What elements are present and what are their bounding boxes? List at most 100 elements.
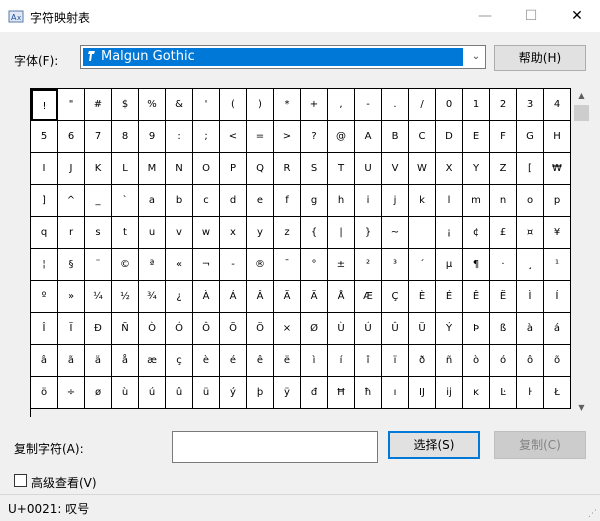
character-cell[interactable]: t [112,217,139,249]
character-cell[interactable]: m [463,185,490,217]
character-cell[interactable]: î [355,345,382,377]
character-cell[interactable]: Ú [355,313,382,345]
character-cell[interactable]: k [409,185,436,217]
help-button[interactable]: 帮助(H) [494,45,586,71]
character-cell[interactable]: M [139,153,166,185]
character-cell[interactable]: É [436,281,463,313]
character-cell[interactable]: ¼ [85,281,112,313]
character-cell[interactable]: J [58,153,85,185]
character-cell[interactable]: º [31,281,58,313]
chevron-down-icon[interactable]: ⌄ [467,46,485,68]
character-cell[interactable]: ¯ [274,249,301,281]
character-cell[interactable]: ° [301,249,328,281]
character-cell[interactable]: Ò [139,313,166,345]
character-cell[interactable]: û [166,377,193,409]
character-cell[interactable]: ¶ [463,249,490,281]
character-cell[interactable]: Ý [436,313,463,345]
character-cell[interactable]: Ł [544,377,571,409]
character-cell[interactable]: ; [193,121,220,153]
scroll-down-arrow-icon[interactable]: ▼ [573,400,590,416]
character-cell[interactable]: Ã [274,281,301,313]
character-cell[interactable]: é [220,345,247,377]
character-cell[interactable]: . [382,89,409,121]
scroll-up-arrow-icon[interactable]: ▲ [573,88,590,104]
character-cell[interactable]: 5 [31,121,58,153]
character-cell[interactable]: Ë [490,281,517,313]
character-cell[interactable]: Ð [85,313,112,345]
character-cell[interactable]: ã [58,345,85,377]
character-cell[interactable]: 2 [490,89,517,121]
character-cell[interactable]: þ [247,377,274,409]
character-cell[interactable]: ' [193,89,220,121]
character-cell[interactable]: Ĳ [409,377,436,409]
character-cell[interactable]: y [247,217,274,249]
character-cell[interactable]: ê [247,345,274,377]
character-cell[interactable]: b [166,185,193,217]
character-cell[interactable]: ¬ [193,249,220,281]
character-cell[interactable]: h [328,185,355,217]
character-cell[interactable]: ( [220,89,247,121]
character-cell[interactable]: Ö [247,313,274,345]
character-cell[interactable]: o [517,185,544,217]
character-cell[interactable]: e [247,185,274,217]
character-cell[interactable]: ½ [112,281,139,313]
character-cell[interactable]: ! [31,89,58,121]
character-cell[interactable]: § [58,249,85,281]
character-cell[interactable]: ý [220,377,247,409]
character-cell[interactable]: u [139,217,166,249]
character-cell[interactable]: E [463,121,490,153]
character-cell[interactable]: Æ [355,281,382,313]
character-cell[interactable]: đ [301,377,328,409]
character-cell[interactable]: Y [463,153,490,185]
character-cell[interactable]: S [301,153,328,185]
character-cell[interactable]: ? [301,121,328,153]
character-cell[interactable]: p [544,185,571,217]
character-cell[interactable]: Ħ [328,377,355,409]
character-cell[interactable]: - [220,249,247,281]
character-cell[interactable]: ® [247,249,274,281]
character-cell[interactable]: W [409,153,436,185]
close-button[interactable]: ✕ [554,0,600,32]
character-cell[interactable]: + [301,89,328,121]
minimize-button[interactable]: — [462,0,508,32]
character-cell[interactable]: £ [490,217,517,249]
character-cell[interactable]: 1 [463,89,490,121]
character-cell[interactable]: × [274,313,301,345]
character-cell[interactable]: C [409,121,436,153]
character-cell[interactable]: ³ [382,249,409,281]
character-cell[interactable]: T [328,153,355,185]
character-cell[interactable]: ä [85,345,112,377]
character-cell[interactable]: X [436,153,463,185]
character-cell[interactable]: ß [490,313,517,345]
character-cell[interactable]: ¾ [139,281,166,313]
character-cell[interactable]: f [274,185,301,217]
character-cell[interactable]: < [220,121,247,153]
character-cell[interactable]: | [328,217,355,249]
character-cell[interactable]: O [193,153,220,185]
character-cell[interactable]: Ñ [112,313,139,345]
character-cell[interactable]: Ø [301,313,328,345]
character-cell[interactable]: ` [112,185,139,217]
character-cell[interactable]: ù [112,377,139,409]
character-cell[interactable]: â [31,345,58,377]
character-cell[interactable]: s [85,217,112,249]
character-cell[interactable]: ŀ [517,377,544,409]
character-cell[interactable]: ç [166,345,193,377]
character-cell[interactable]: d [220,185,247,217]
resize-grip-icon[interactable]: ⋰ [588,509,598,519]
character-cell[interactable]: ñ [436,345,463,377]
character-cell[interactable]: È [409,281,436,313]
character-cell[interactable]: ĸ [463,377,490,409]
character-cell[interactable]: > [274,121,301,153]
character-cell[interactable]: ÷ [58,377,85,409]
character-cell[interactable]: $ [112,89,139,121]
character-cell[interactable]: H [544,121,571,153]
character-cell[interactable]: ¥ [544,217,571,249]
character-cell[interactable]: ¡ [436,217,463,249]
character-cell[interactable] [409,217,436,249]
character-cell[interactable]: Ç [382,281,409,313]
character-cell[interactable]: - [355,89,382,121]
character-cell[interactable]: 9 [139,121,166,153]
character-cell[interactable]: N [166,153,193,185]
character-cell[interactable]: á [544,313,571,345]
